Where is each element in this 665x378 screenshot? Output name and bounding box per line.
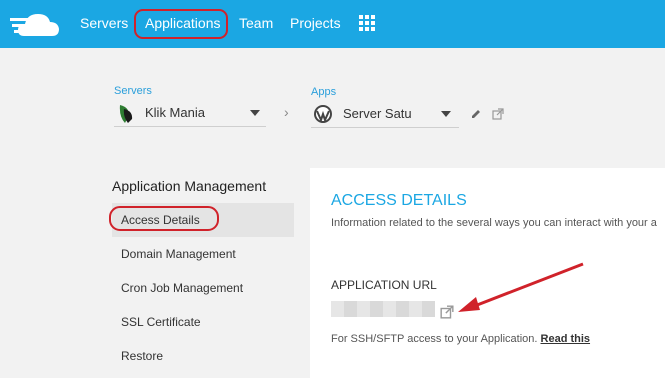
sidebar-item-label: Cron Job Management — [121, 281, 244, 295]
server-select[interactable]: Klik Mania — [114, 102, 266, 127]
nav-projects[interactable]: Projects — [290, 15, 341, 31]
chevron-down-icon — [250, 110, 260, 116]
nav-servers[interactable]: Servers — [80, 15, 128, 31]
panel-description: Information related to the several ways … — [331, 217, 657, 229]
nav-team[interactable]: Team — [239, 15, 273, 31]
panel-title: ACCESS DETAILS — [331, 192, 467, 209]
sidebar-item-label: Restore — [121, 349, 164, 363]
annotation-arrow — [458, 262, 584, 312]
sidebar-item-label: Domain Management — [121, 247, 236, 261]
chevron-down-icon — [441, 111, 451, 117]
apps-grid-icon[interactable] — [359, 15, 375, 31]
server-select-value: Klik Mania — [145, 105, 205, 120]
wordpress-icon — [314, 105, 332, 123]
app-select[interactable]: Server Satu — [311, 103, 459, 128]
sidebar-item-cron-job-management[interactable]: Cron Job Management — [112, 271, 294, 305]
sidebar-item-domain-management[interactable]: Domain Management — [112, 237, 294, 271]
app-select-value: Server Satu — [343, 106, 412, 121]
cloudways-logo[interactable] — [8, 6, 64, 40]
read-this-link[interactable]: Read this — [541, 333, 591, 345]
sidebar-item-ssl-certificate[interactable]: SSL Certificate — [112, 305, 294, 339]
ssh-info-text: For SSH/SFTP access to your Application.… — [331, 333, 590, 345]
access-details-highlight-ring — [109, 206, 219, 231]
servers-label: Servers — [114, 85, 152, 97]
sidebar-title: Application Management — [112, 178, 267, 194]
sidebar-item-label: SSL Certificate — [121, 315, 201, 329]
breadcrumb-chevron-icon: › — [284, 104, 289, 120]
application-url-heading: APPLICATION URL — [331, 278, 437, 292]
pencil-icon[interactable] — [470, 108, 482, 120]
application-url-value-redacted[interactable] — [331, 301, 435, 317]
server-leaf-icon — [119, 105, 133, 123]
apps-label: Apps — [311, 86, 337, 98]
ssh-info-sentence: For SSH/SFTP access to your Application. — [331, 333, 538, 345]
applications-highlight-ring — [134, 9, 228, 39]
top-navigation-bar: Servers Applications Team Projects — [0, 0, 665, 48]
external-link-icon[interactable] — [492, 108, 504, 120]
sidebar-item-restore[interactable]: Restore — [112, 339, 294, 373]
